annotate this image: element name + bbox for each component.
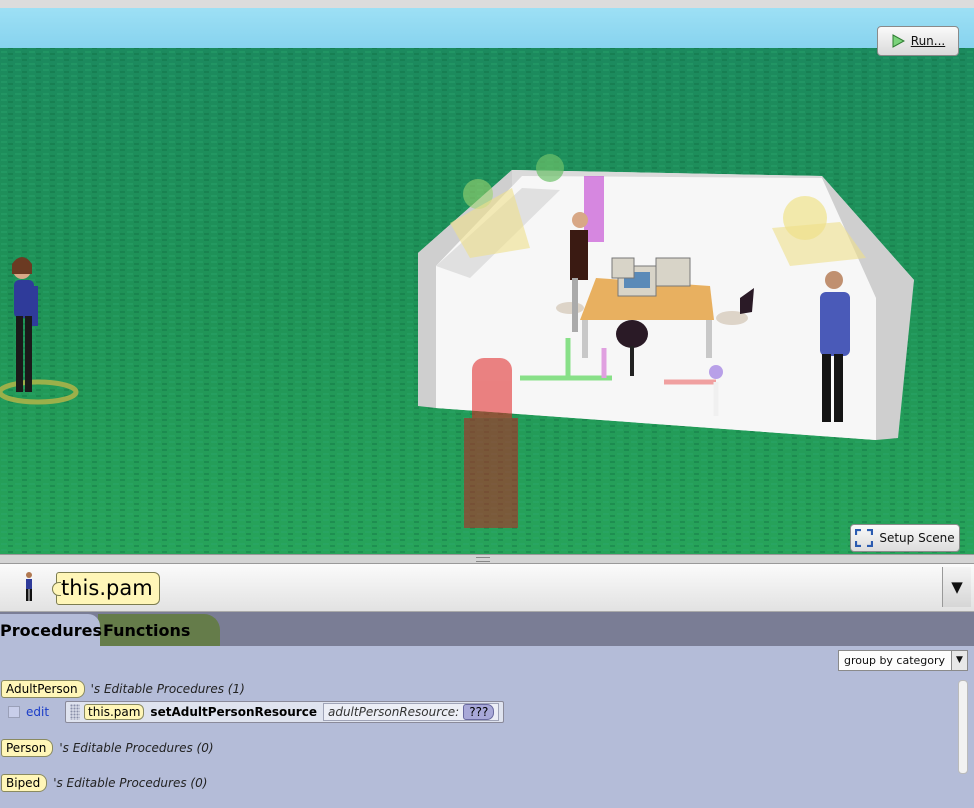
procedure-group-biped: Biped 's Editable Procedures (0) [0, 774, 207, 792]
group-caption: 's Editable Procedures (1) [90, 682, 245, 696]
tab-functions-label: Functions [103, 621, 191, 640]
run-button-label: Run... [910, 34, 946, 48]
instance-label[interactable]: this.pam [52, 572, 160, 605]
edit-link[interactable]: edit [26, 705, 49, 719]
chevron-down-icon: ▼ [951, 578, 963, 596]
type-chip[interactable]: Biped [1, 774, 48, 792]
group-caption: 's Editable Procedures (0) [53, 776, 208, 790]
setup-scene-label: Setup Scene [879, 531, 955, 545]
chevron-down-icon: ▼ [951, 651, 967, 670]
play-icon [892, 34, 905, 48]
procedures-panel: group by category ▼ AdultPerson 's Edita… [0, 646, 974, 808]
vertical-scrollbar[interactable] [958, 680, 968, 774]
edit-checkbox[interactable] [8, 706, 20, 718]
divider-grip[interactable] [476, 557, 490, 562]
run-button[interactable]: Run... [877, 26, 959, 56]
group-by-select[interactable]: group by category ▼ [838, 650, 968, 671]
target-chip[interactable]: this.pam [84, 704, 145, 720]
red-shape [464, 358, 518, 528]
type-chip[interactable]: Person [1, 739, 54, 757]
procedure-group-adultperson: AdultPerson 's Editable Procedures (1) [0, 680, 245, 698]
parameter-name: adultPersonResource: [327, 705, 460, 719]
selector-dropdown-button[interactable]: ▼ [942, 567, 971, 607]
procedure-row: edit this.pam setAdultPersonResource adu… [0, 700, 505, 724]
procedure-group-person: Person 's Editable Procedures (0) [0, 739, 214, 757]
tab-procedures-label: Procedures [0, 621, 103, 640]
parameter-value[interactable]: ??? [463, 704, 495, 720]
setup-scene-button[interactable]: Setup Scene [850, 524, 960, 552]
parameter-slot[interactable]: adultPersonResource: ??? [322, 703, 500, 721]
group-caption: 's Editable Procedures (0) [59, 741, 214, 755]
tab-procedures[interactable]: Procedures [0, 614, 103, 646]
instance-selector[interactable]: this.pam ▼ [0, 564, 974, 612]
method-name: setAdultPersonResource [150, 705, 317, 719]
group-by-value: group by category [844, 654, 946, 667]
type-chip[interactable]: AdultPerson [1, 680, 85, 698]
procedure-block[interactable]: this.pam setAdultPersonResource adultPer… [65, 701, 505, 723]
person-thumbnail-icon [26, 572, 32, 601]
tab-bar: Functions Procedures [0, 612, 974, 646]
drag-grip-icon[interactable] [70, 704, 81, 720]
scene-viewport[interactable]: Run... Setup Scene [0, 8, 974, 554]
fullscreen-icon [855, 529, 874, 547]
tab-functions[interactable]: Functions [98, 614, 220, 646]
split-divider[interactable] [0, 554, 974, 564]
